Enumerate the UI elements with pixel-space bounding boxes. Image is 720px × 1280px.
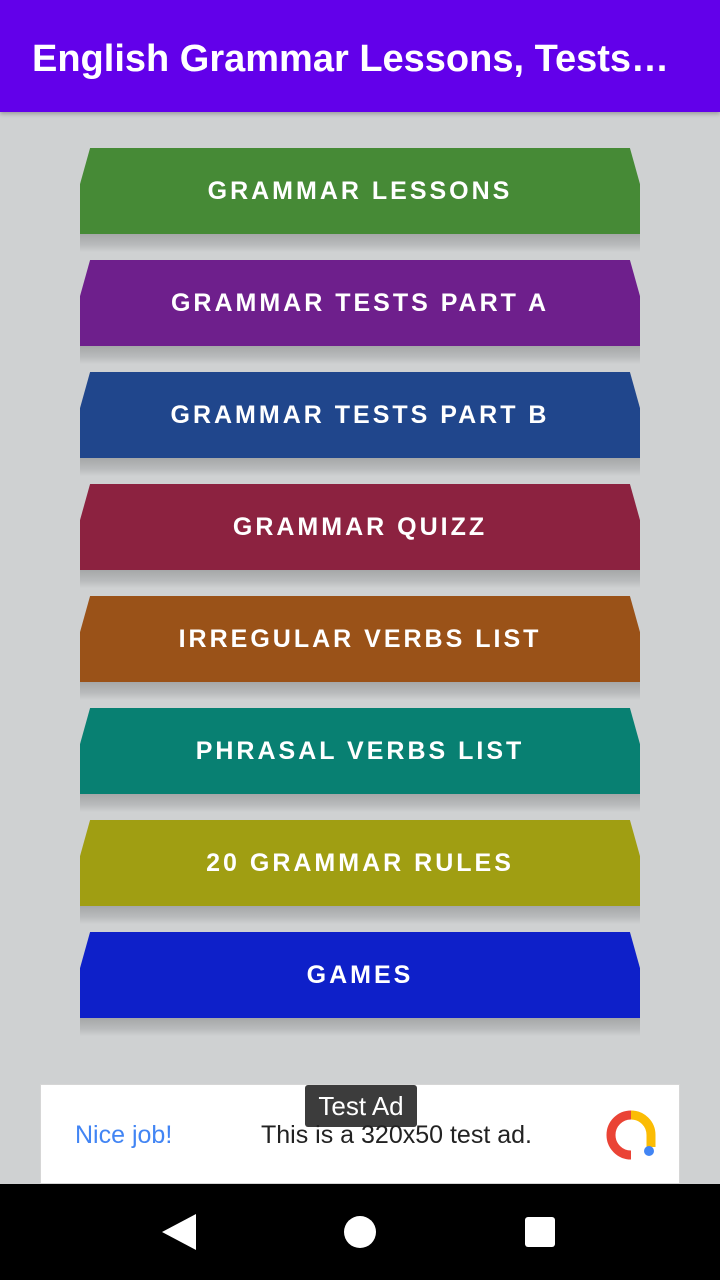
button-shadow xyxy=(80,682,640,700)
menu-item-grammar-tests-part-a: GRAMMAR TESTS PART A xyxy=(80,260,640,372)
button-shadow xyxy=(80,458,640,476)
grammar-tests-part-a-label: GRAMMAR TESTS PART A xyxy=(170,289,550,317)
grammar-tests-part-b-label: GRAMMAR TESTS PART B xyxy=(170,401,550,429)
grammar-quizz-label: GRAMMAR QUIZZ xyxy=(232,513,488,541)
button-shadow xyxy=(80,1018,640,1036)
phrasal-verbs-list-label: PHRASAL VERBS LIST xyxy=(195,737,525,765)
menu-item-grammar-quizz: GRAMMAR QUIZZ xyxy=(80,484,640,596)
menu-item-grammar-lessons: GRAMMAR LESSONS xyxy=(80,148,640,260)
ad-headline[interactable]: Nice job! xyxy=(75,1119,172,1151)
button-shadow xyxy=(80,794,640,812)
back-triangle-icon[interactable] xyxy=(162,1214,196,1250)
menu-item-games: GAMES xyxy=(80,932,640,1044)
games-label: GAMES xyxy=(306,961,414,989)
menu-item-phrasal-verbs-list: PHRASAL VERBS LIST xyxy=(80,708,640,820)
menu-item-irregular-verbs-list: IRREGULAR VERBS LIST xyxy=(80,596,640,708)
menu-list: GRAMMAR LESSONS GRAMMAR TESTS PART A GRA… xyxy=(80,148,640,1044)
menu-item-20-grammar-rules: 20 GRAMMAR RULES xyxy=(80,820,640,932)
app-bar: English Grammar Lessons, Tests… xyxy=(0,0,720,112)
irregular-verbs-list-label: IRREGULAR VERBS LIST xyxy=(178,625,542,653)
ad-text: This is a 320x50 test ad. xyxy=(261,1121,532,1149)
button-shadow xyxy=(80,570,640,588)
grammar-rules-label: 20 GRAMMAR RULES xyxy=(206,849,514,877)
google-ads-icon xyxy=(606,1110,656,1160)
app-title: English Grammar Lessons, Tests… xyxy=(32,38,670,80)
home-circle-icon[interactable] xyxy=(344,1216,376,1248)
ad-banner[interactable]: Test Ad Nice job! This is a 320x50 test … xyxy=(40,1084,680,1184)
button-shadow xyxy=(80,906,640,924)
button-shadow xyxy=(80,346,640,364)
menu-item-grammar-tests-part-b: GRAMMAR TESTS PART B xyxy=(80,372,640,484)
recents-square-icon[interactable] xyxy=(525,1217,555,1247)
system-nav-bar xyxy=(0,1184,720,1280)
grammar-lessons-label: GRAMMAR LESSONS xyxy=(207,177,513,205)
button-shadow xyxy=(80,234,640,252)
